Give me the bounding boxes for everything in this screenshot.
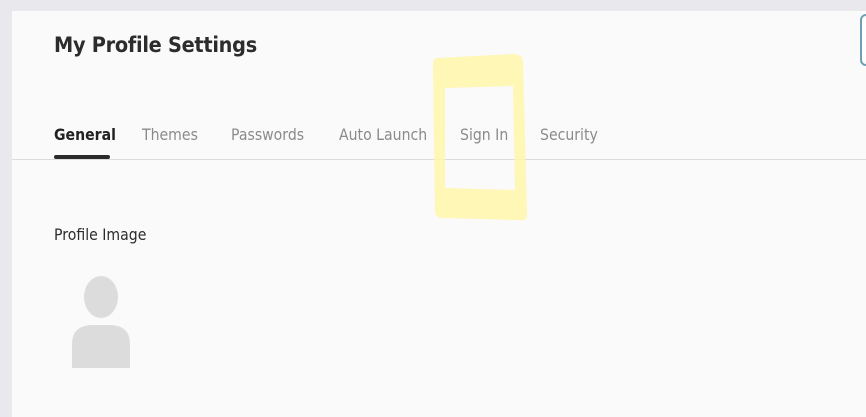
tab-auto-launch[interactable]: Auto Launch (339, 125, 427, 159)
tab-themes[interactable]: Themes (142, 125, 198, 159)
active-tab-indicator (54, 155, 110, 159)
profile-image-label: Profile Image (54, 225, 147, 244)
settings-panel: My Profile Settings General Themes Passw… (12, 11, 866, 417)
edge-button[interactable] (860, 14, 866, 66)
page-title: My Profile Settings (54, 33, 257, 57)
tab-general[interactable]: General (54, 125, 116, 159)
tab-security[interactable]: Security (540, 125, 598, 159)
tab-bar: General Themes Passwords Auto Launch Sig… (12, 115, 866, 160)
tab-sign-in[interactable]: Sign In (460, 125, 508, 159)
tab-passwords[interactable]: Passwords (231, 125, 304, 159)
user-silhouette-icon[interactable] (72, 276, 130, 368)
